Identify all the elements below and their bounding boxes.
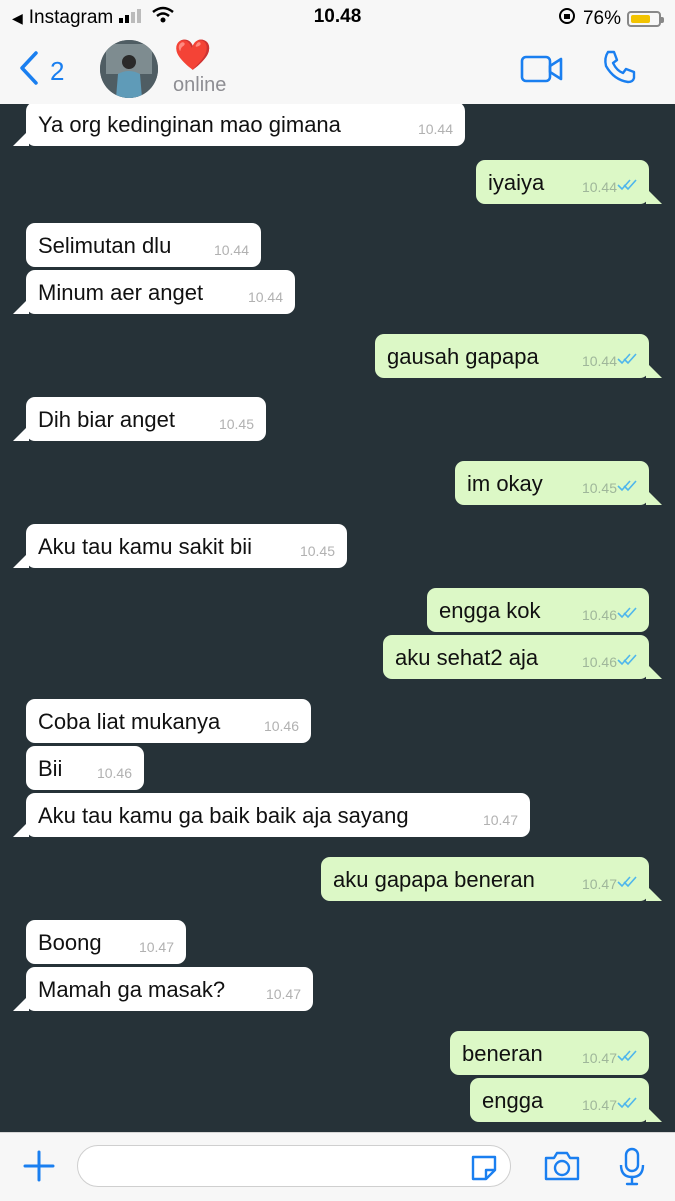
bubble-tail (646, 1106, 662, 1122)
incoming-message[interactable]: Ya org kedinginan mao gimana 10.44 (13, 104, 465, 146)
message-time: 10.46 (263, 718, 299, 734)
chevron-left-icon (18, 50, 40, 93)
bubble-tail (13, 552, 29, 568)
message-text: Aku tau kamu ga baik baik aja sayang (38, 803, 409, 828)
outgoing-message[interactable]: aku sehat2 aja 10.46 (383, 635, 662, 679)
bubble-tail (13, 298, 29, 314)
message-time: 10.44 (581, 353, 617, 369)
sticker-icon[interactable] (469, 1153, 499, 1188)
double-check-icon (617, 875, 637, 893)
plus-icon[interactable] (22, 1149, 56, 1188)
message-time: 10.47 (482, 812, 518, 828)
message-text: Boong (38, 930, 102, 955)
message-time: 10.45 (581, 480, 617, 496)
bubble-tail (13, 425, 29, 441)
message-text: im okay (467, 471, 543, 496)
double-check-icon (617, 606, 637, 624)
rotation-lock-icon (557, 6, 577, 32)
wifi-icon (151, 6, 175, 30)
message-time: 10.44 (213, 242, 249, 258)
message-time: 10.46 (581, 654, 617, 670)
double-check-icon (617, 178, 637, 196)
incoming-message[interactable]: Aku tau kamu ga baik baik aja sayang 10.4… (13, 793, 530, 837)
video-call-icon[interactable] (520, 54, 564, 89)
outgoing-message[interactable]: engga 10.47 (470, 1078, 662, 1122)
input-bar (0, 1132, 675, 1201)
double-check-icon (617, 352, 637, 370)
back-button[interactable]: 2 (18, 50, 64, 93)
message-time: 10.45 (299, 543, 335, 559)
bubble-tail (646, 362, 662, 378)
message-text: aku gapapa beneran (333, 867, 535, 892)
message-text: Bii (38, 756, 63, 781)
bubble-tail (646, 188, 662, 204)
double-check-icon (617, 653, 637, 671)
bubble-tail (13, 995, 29, 1011)
message-text: Coba liat mukanya (38, 709, 221, 734)
phone-icon[interactable] (600, 48, 638, 91)
double-check-icon (617, 1096, 637, 1114)
message-time: 10.44 (247, 289, 283, 305)
outgoing-message[interactable]: aku gapapa beneran 10.47 (321, 857, 662, 901)
message-text: Dih biar anget (38, 407, 175, 432)
bubble-tail (13, 130, 29, 146)
incoming-message[interactable]: Dih biar anget 10.45 (13, 397, 266, 441)
message-text: gausah gapapa (387, 344, 539, 369)
incoming-message[interactable]: Selimutan dlu 10.44 (26, 223, 261, 267)
back-triangle-icon: ◀ (12, 9, 23, 26)
message-time: 10.47 (581, 1050, 617, 1066)
message-time: 10.47 (138, 939, 174, 955)
contact-name[interactable]: ❤️ (174, 38, 211, 73)
incoming-message[interactable]: Coba liat mukanya 10.46 (26, 699, 311, 743)
message-text: engga kok (439, 598, 541, 623)
message-time: 10.47 (581, 876, 617, 892)
outgoing-message[interactable]: engga kok 10.46 (427, 588, 649, 632)
message-text: aku sehat2 aja (395, 645, 539, 670)
message-time: 10.44 (417, 121, 453, 137)
microphone-icon[interactable] (618, 1147, 646, 1192)
incoming-message[interactable]: Boong 10.47 (26, 920, 186, 964)
incoming-message[interactable]: Bii 10.46 (26, 746, 144, 790)
message-text: Aku tau kamu sakit bii (38, 534, 252, 559)
outgoing-message[interactable]: beneran 10.47 (450, 1031, 649, 1075)
message-text: Ya org kedinginan mao gimana (38, 112, 341, 137)
message-text: Mamah ga masak? (38, 977, 226, 1002)
message-text: Selimutan dlu (38, 233, 172, 258)
message-text: Minum aer anget (38, 280, 204, 305)
incoming-message[interactable]: Aku tau kamu sakit bii 10.45 (13, 524, 347, 568)
message-text: engga (482, 1088, 544, 1113)
bubble-tail (646, 663, 662, 679)
message-time: 10.46 (96, 765, 132, 781)
back-app-label: Instagram (28, 7, 114, 28)
battery-icon (627, 11, 664, 27)
signal-icon (119, 7, 145, 29)
incoming-message[interactable]: Minum aer anget 10.44 (13, 270, 295, 314)
avatar[interactable] (100, 40, 158, 98)
battery-percent: 76% (582, 8, 621, 29)
message-time: 10.47 (265, 986, 301, 1002)
outgoing-message[interactable]: im okay 10.45 (455, 461, 662, 505)
bubble-tail (13, 821, 29, 837)
message-time: 10.45 (218, 416, 254, 432)
camera-icon[interactable] (543, 1149, 581, 1188)
message-input[interactable] (77, 1145, 511, 1187)
double-check-icon (617, 479, 637, 497)
bubble-tail (646, 489, 662, 505)
message-text: beneran (462, 1041, 543, 1066)
message-time: 10.46 (581, 607, 617, 623)
message-text: iyaiya (488, 170, 545, 195)
message-time: 10.47 (581, 1097, 617, 1113)
contact-status: online (173, 74, 227, 96)
message-time: 10.44 (581, 179, 617, 195)
back-to-app[interactable]: ◀ Instagram (12, 6, 175, 30)
bubble-tail (646, 885, 662, 901)
chat-header: 2 ❤️ online (0, 34, 675, 105)
unread-count: 2 (50, 56, 65, 86)
double-check-icon (617, 1049, 637, 1067)
outgoing-message[interactable]: iyaiya 10.44 (476, 160, 662, 204)
outgoing-message[interactable]: gausah gapapa 10.44 (375, 334, 662, 378)
status-bar: ◀ Instagram 10.48 76% (0, 0, 675, 34)
chat-area[interactable]: Ya org kedinginan mao gimana 10.44 iyaiya 1… (0, 104, 675, 1132)
incoming-message[interactable]: Mamah ga masak? 10.47 (13, 967, 313, 1011)
